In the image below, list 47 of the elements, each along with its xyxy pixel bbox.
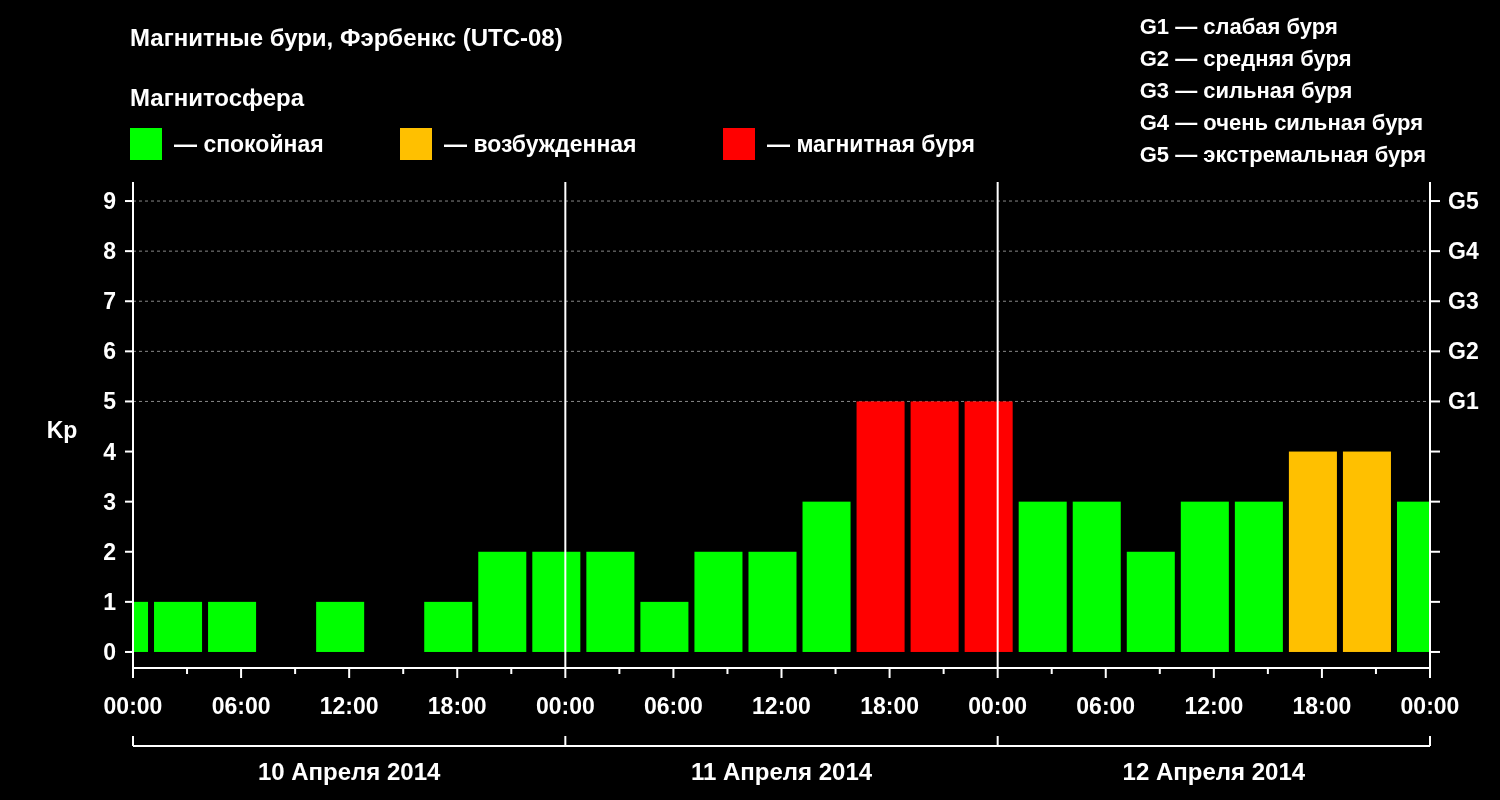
- y-tick-label: 4: [103, 438, 116, 465]
- legend-label: — возбужденная: [444, 130, 637, 158]
- storm-scale-entry: G4 — очень сильная буря: [1139, 110, 1425, 137]
- storm-level-label: G2: [1448, 338, 1479, 365]
- storm-level-label: G4: [1448, 238, 1479, 265]
- day-label: 10 Апреля 2014: [257, 758, 441, 785]
- x-tick-label: 12:00: [319, 693, 379, 719]
- x-tick-label: 12:00: [752, 693, 811, 719]
- x-tick-label: 00:00: [1400, 693, 1460, 719]
- storm-scale-entry: G5 — экстремальная буря: [1139, 142, 1426, 169]
- y-tick-label: 9: [103, 188, 116, 215]
- y-axis-title: Kp: [46, 417, 78, 443]
- x-tick-label: 18:00: [860, 693, 919, 719]
- kp-bar: [208, 601, 257, 652]
- x-tick-label: 00:00: [103, 693, 163, 719]
- y-tick-label: 8: [103, 238, 116, 265]
- x-tick-label: 00:00: [968, 693, 1028, 719]
- x-tick-label: 06:00: [211, 693, 271, 719]
- y-tick-label: 5: [103, 388, 116, 415]
- storm-scale-entry: G1 — слабая буря: [1139, 14, 1339, 41]
- storm-level-label: G1: [1448, 388, 1479, 415]
- legend-label: — спокойная: [174, 130, 324, 158]
- y-tick-label: 3: [103, 488, 116, 515]
- storm-scale-entry: G2 — средняя буря: [1139, 46, 1353, 73]
- kp-bar: [424, 601, 473, 652]
- legend-heading: Магнитосфера: [130, 84, 306, 112]
- x-tick-label: 18:00: [1292, 693, 1352, 719]
- day-label: 11 Апреля 2014: [690, 758, 873, 785]
- x-tick-label: 00:00: [535, 693, 595, 719]
- y-tick-label: 1: [103, 588, 116, 615]
- day-label: 12 Апреля 2014: [1122, 758, 1306, 785]
- x-tick-label: 06:00: [644, 693, 703, 719]
- storm-scale-entry: G3 — сильная буря: [1139, 78, 1354, 105]
- storm-level-label: G3: [1448, 288, 1479, 315]
- kp-bar: [316, 601, 365, 652]
- kp-bar: [154, 601, 203, 652]
- storm-level-label: G5: [1448, 188, 1479, 215]
- chart-title: Магнитные бури, Фэрбенкс (UTC-08): [130, 24, 564, 53]
- y-tick-label: 0: [103, 638, 116, 665]
- y-tick-label: 7: [103, 288, 116, 315]
- x-tick-label: 12:00: [1184, 693, 1244, 719]
- y-tick-label: 2: [103, 538, 116, 565]
- legend-label: — магнитная буря: [767, 130, 975, 158]
- x-tick-label: 18:00: [427, 693, 487, 719]
- y-tick-label: 6: [103, 338, 116, 365]
- x-tick-label: 06:00: [1076, 693, 1136, 719]
- kp-bar: [640, 601, 689, 652]
